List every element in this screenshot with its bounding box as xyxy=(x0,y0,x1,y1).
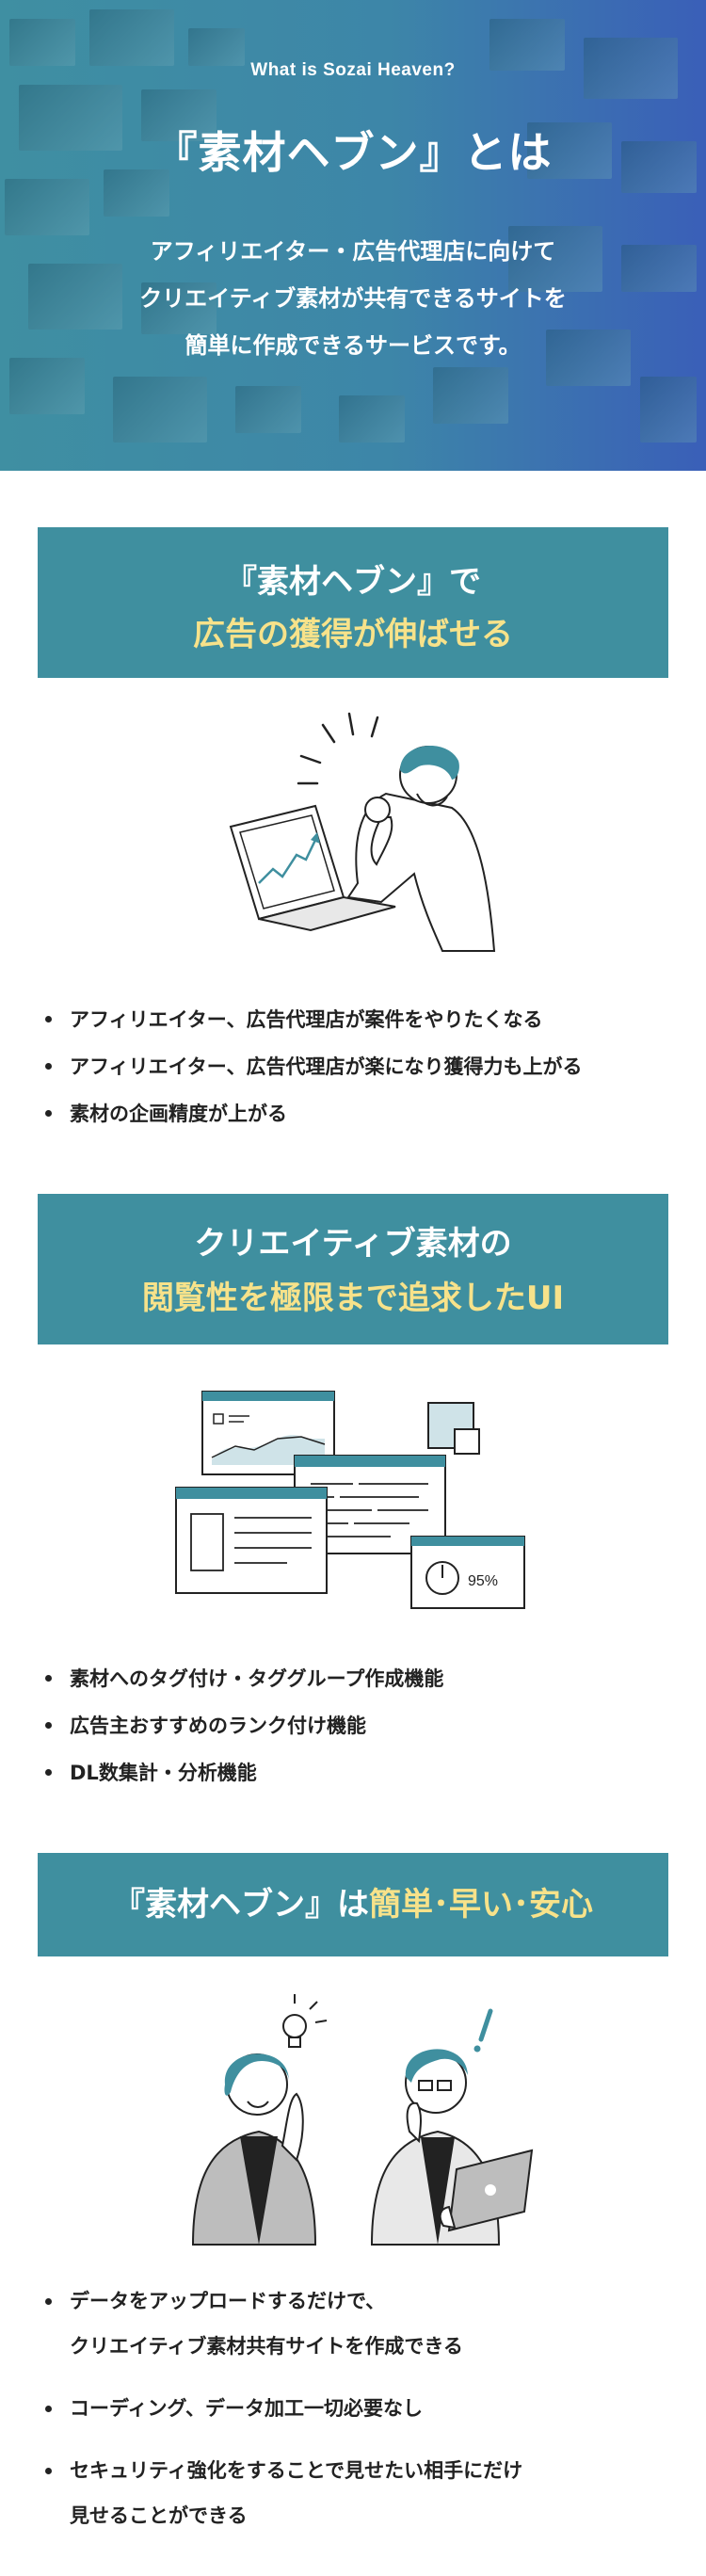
section3-bullet-list: データをアップロードするだけで、 クリエイティブ素材共有サイトを作成できる コー… xyxy=(40,2278,706,2538)
man-with-laptop-illustration xyxy=(229,712,496,952)
section2-bullet-list: 素材へのタグ付け・タググループ作成機能 広告主おすすめのランク付け機能 DL数集… xyxy=(40,1655,706,1796)
list-item: アフィリエイター、広告代理店が案件をやりたくなる xyxy=(40,996,706,1043)
section-easy-fast-safe: 『素材ヘブン』は簡単･早い･安心 データをアップロードするだけで、 クリエイティ… xyxy=(0,1796,706,2576)
section-ui: クリエイティブ素材の 閲覧性を極限まで追求したUI 95% 素材へのタグ付け・タ… xyxy=(0,1137,706,1796)
list-item: 広告主おすすめのランク付け機能 xyxy=(40,1702,706,1749)
list-item: データをアップロードするだけで、 xyxy=(40,2278,706,2324)
ui-screens-illustration: 95% xyxy=(175,1391,525,1609)
list-item: 素材へのタグ付け・タググループ作成機能 xyxy=(40,1655,706,1702)
hero-title: 『素材ヘブン』とは xyxy=(153,127,553,178)
section-ad-acquisition: 『素材ヘブン』で 広告の獲得が伸ばせる アフィリエイター、広告代理店が案件をやり… xyxy=(0,471,706,1137)
gauge-percentage-label: 95% xyxy=(468,1573,498,1589)
list-item: セキュリティ強化をすることで見せたい相手にだけ xyxy=(40,2448,706,2493)
section1-heading-line1: 『素材ヘブン』で xyxy=(225,563,481,601)
list-item: DL数集計・分析機能 xyxy=(40,1749,706,1796)
hero-desc-line: アフィリエイター・広告代理店に向けて xyxy=(150,238,556,265)
hero-section: What is Sozai Heaven? 『素材ヘブン』とは アフィリエイター… xyxy=(0,0,706,471)
section3-heading-prefix: 『素材ヘブン』は xyxy=(113,1886,369,1924)
section3-heading-banner: 『素材ヘブン』は簡単･早い･安心 xyxy=(38,1853,668,1956)
list-item-continuation: クリエイティブ素材共有サイトを作成できる xyxy=(70,2335,463,2358)
section2-heading-line1: クリエイティブ素材の xyxy=(194,1225,512,1263)
list-item-continuation: 見せることができる xyxy=(70,2504,248,2527)
hero-desc-line: クリエイティブ素材が共有できるサイトを xyxy=(139,285,567,312)
section1-bullet-list: アフィリエイター、広告代理店が案件をやりたくなる アフィリエイター、広告代理店が… xyxy=(40,996,706,1137)
two-people-thinking-illustration xyxy=(191,1994,534,2246)
hero-desc-line: 簡単に作成できるサービスです。 xyxy=(185,332,521,359)
section1-heading-line2: 広告の獲得が伸ばせる xyxy=(193,616,513,653)
section1-heading-banner: 『素材ヘブン』で 広告の獲得が伸ばせる xyxy=(38,527,668,678)
list-item: アフィリエイター、広告代理店が楽になり獲得力も上がる xyxy=(40,1043,706,1090)
section2-heading-banner: クリエイティブ素材の 閲覧性を極限まで追求したUI xyxy=(38,1194,668,1344)
section2-heading-line2: 閲覧性を極限まで追求したUI xyxy=(141,1280,565,1317)
list-item: コーディング、データ加工一切必要なし xyxy=(40,2386,706,2431)
hero-eyebrow: What is Sozai Heaven? xyxy=(250,60,456,80)
section3-heading-highlight: 簡単･早い･安心 xyxy=(369,1886,593,1924)
hero-description: アフィリエイター・広告代理店に向けて クリエイティブ素材が共有できるサイトを 簡… xyxy=(0,228,706,369)
list-item: 素材の企画精度が上がる xyxy=(40,1090,706,1137)
